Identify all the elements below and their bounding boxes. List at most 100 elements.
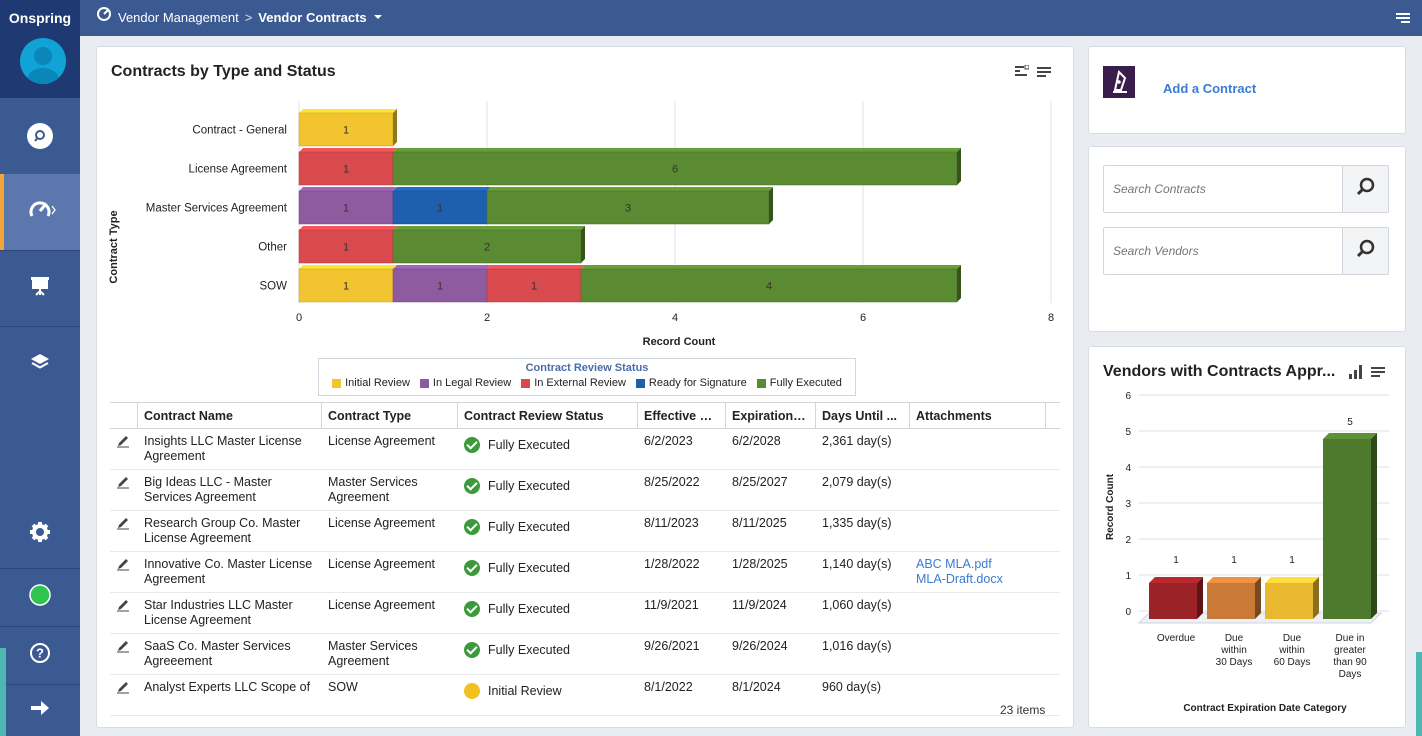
bar[interactable] — [1265, 583, 1313, 619]
chevron-down-icon[interactable] — [373, 0, 383, 36]
search-vendors-button[interactable] — [1342, 228, 1388, 274]
contract-name-cell[interactable]: Research Group Co. Master License Agreem… — [138, 511, 322, 551]
table-row[interactable]: Star Industries LLC Master License Agree… — [110, 593, 1060, 634]
contract-name-cell[interactable]: Innovative Co. Master License Agreement — [138, 552, 322, 592]
edit-cell[interactable] — [110, 675, 138, 715]
legend-item[interactable]: Ready for Signature — [635, 377, 747, 389]
edit-cell[interactable] — [110, 429, 138, 469]
dashboards-nav-button[interactable] — [0, 174, 80, 250]
search-contracts-input[interactable] — [1104, 166, 1344, 212]
bar-segment-top — [393, 187, 491, 191]
bar-segment-top — [299, 148, 397, 152]
bar-top — [1207, 577, 1261, 583]
bar-value-label: 1 — [1173, 555, 1179, 566]
y-axis-label: Contract Type — [108, 210, 120, 283]
column-header[interactable]: Days Until ... — [816, 403, 910, 428]
edit-cell[interactable] — [110, 593, 138, 633]
contract-type-cell: Master Services Agreement — [328, 639, 418, 668]
table-row[interactable]: Insights LLC Master License Agreement Lic… — [110, 429, 1060, 470]
column-header[interactable]: Contract Review Status — [458, 403, 638, 428]
legend-item[interactable]: Initial Review — [332, 377, 410, 389]
table-row[interactable]: Analyst Experts LLC Scope of SOW Initial R… — [110, 675, 1060, 716]
bar-value-label: 1 — [531, 281, 537, 293]
contract-name-cell[interactable]: SaaS Co. Master Services Agreeement — [138, 634, 322, 674]
edit-cell[interactable] — [110, 552, 138, 592]
add-contract-link[interactable]: Add a Contract — [1163, 81, 1256, 96]
category-label: Due within 60 Days — [1274, 633, 1311, 668]
reports-nav-button[interactable] — [0, 250, 80, 326]
expiration-date-cell: 8/11/2025 — [732, 516, 787, 530]
bar[interactable] — [1149, 583, 1197, 619]
pencil-icon[interactable] — [116, 477, 130, 492]
edit-cell[interactable] — [110, 511, 138, 551]
x-tick-label: 0 — [296, 312, 302, 324]
contract-name-cell[interactable]: Analyst Experts LLC Scope of — [138, 675, 322, 715]
table-row[interactable]: Big Ideas LLC - Master Services Agreemen… — [110, 470, 1060, 511]
pencil-icon[interactable] — [116, 559, 130, 574]
pencil-icon[interactable] — [116, 600, 130, 615]
legend-item[interactable]: Fully Executed — [756, 377, 842, 389]
layers-nav-button[interactable] — [0, 326, 80, 402]
effective-date-cell: 1/28/2022 — [644, 557, 700, 571]
edit-cell[interactable] — [110, 634, 138, 674]
pencil-icon[interactable] — [116, 518, 130, 533]
breadcrumb-current[interactable]: Vendor Contracts — [258, 0, 366, 36]
days-until-cell: 1,335 day(s) — [822, 516, 892, 530]
top-bar: Onspring Vendor Management > Vendor Cont… — [0, 0, 1422, 36]
table-row[interactable]: Innovative Co. Master License Agreement L… — [110, 552, 1060, 593]
column-header[interactable]: Contract Type — [322, 403, 458, 428]
pencil-icon[interactable] — [116, 682, 130, 697]
user-profile[interactable] — [0, 36, 80, 98]
pencil-icon[interactable] — [116, 641, 130, 656]
legend-item[interactable]: In Legal Review — [419, 377, 511, 389]
pencil-icon[interactable] — [116, 436, 130, 451]
avatar[interactable] — [20, 38, 66, 84]
add-contract-icon[interactable] — [1103, 66, 1135, 98]
contract-type-cell: License Agreement — [328, 516, 436, 530]
search-contracts-button[interactable] — [1342, 166, 1388, 212]
column-header[interactable]: Contract Name — [138, 403, 322, 428]
column-header[interactable]: Attachments — [910, 403, 1046, 428]
vendors-chart: 0 1 2 3 4 5 6 1 Overdue 1 Due within 30 Days 1 Due with… — [1105, 391, 1389, 714]
effective-date-cell: 8/25/2022 — [644, 475, 700, 489]
edit-cell[interactable] — [110, 470, 138, 510]
status-text: Fully Executed — [488, 519, 570, 534]
menu-icon[interactable] — [1396, 11, 1410, 25]
breadcrumb-parent[interactable]: Vendor Management — [118, 0, 239, 36]
attachment-link[interactable]: MLA-Draft.docx — [916, 572, 1040, 587]
bar[interactable] — [1207, 583, 1255, 619]
search-vendors-input[interactable] — [1104, 228, 1344, 274]
category-label: Overdue — [1157, 633, 1196, 644]
category-label: License Agreement — [189, 164, 288, 176]
column-header[interactable]: Expiration ... ↓ — [726, 403, 816, 428]
status-nav-button[interactable] — [0, 568, 80, 626]
logout-nav-button[interactable] — [0, 684, 80, 736]
decorative-accent — [1416, 652, 1422, 736]
legend-item[interactable]: In External Review — [521, 377, 626, 389]
bar[interactable] — [1323, 439, 1371, 619]
settings-nav-button[interactable] — [0, 500, 80, 568]
brand-logo[interactable]: Onspring — [0, 0, 80, 36]
help-nav-button[interactable]: ? — [0, 626, 80, 684]
contract-type-cell: License Agreement — [328, 598, 436, 612]
svg-text:?: ? — [36, 645, 44, 660]
table-row[interactable]: Research Group Co. Master License Agreem… — [110, 511, 1060, 552]
attachment-link[interactable]: ABC MLA.pdf — [916, 557, 1040, 572]
effective-date-cell: 8/11/2023 — [644, 516, 699, 530]
contract-type-cell: Master Services Agreement — [328, 475, 418, 504]
table-row[interactable]: SaaS Co. Master Services Agreeement Maste… — [110, 634, 1060, 675]
search-nav-button[interactable] — [0, 98, 80, 174]
bar-side — [1197, 577, 1203, 619]
contract-name-cell[interactable]: Insights LLC Master License Agreement — [138, 429, 322, 469]
chart-legend: Contract Review Status Initial Review In … — [318, 358, 856, 396]
days-until-cell: 2,079 day(s) — [822, 475, 892, 489]
check-circle-icon — [464, 519, 480, 535]
contract-name-cell[interactable]: Big Ideas LLC - Master Services Agreemen… — [138, 470, 322, 510]
contract-name-cell[interactable]: Star Industries LLC Master License Agree… — [138, 593, 322, 633]
legend-swatch — [419, 378, 429, 388]
days-until-cell: 1,016 day(s) — [822, 639, 892, 653]
layers-icon — [29, 351, 51, 378]
column-header[interactable]: Effective D... — [638, 403, 726, 428]
days-until-cell: 960 day(s) — [822, 680, 882, 694]
arrow-right-icon — [30, 700, 50, 721]
